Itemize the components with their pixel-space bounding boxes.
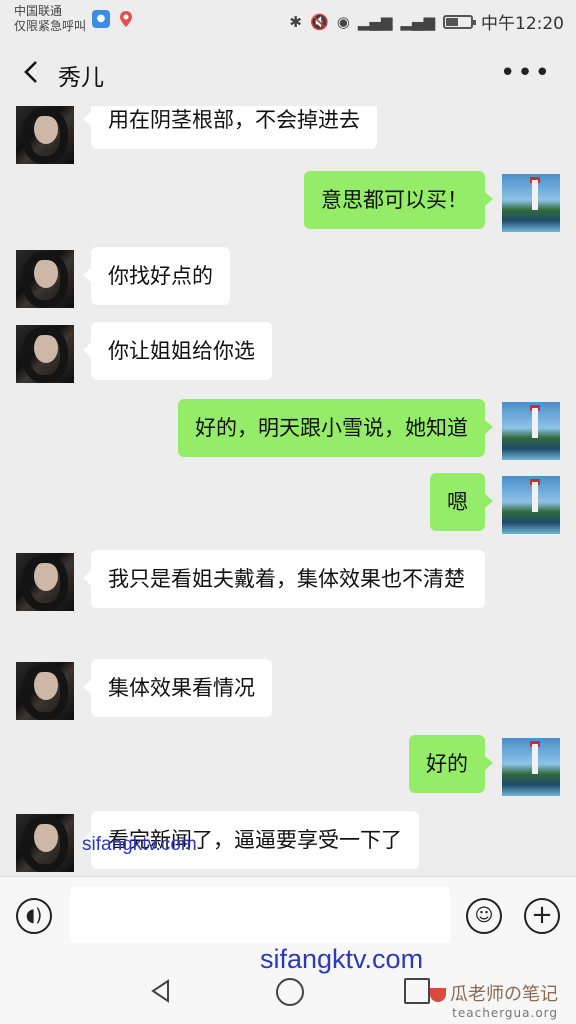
contact-avatar[interactable] [16, 814, 74, 872]
contact-avatar[interactable] [16, 250, 74, 308]
mute-icon: 🔇 [310, 12, 329, 31]
contact-avatar[interactable] [16, 553, 74, 611]
brand-url: teachergua.org [452, 1006, 558, 1020]
self-avatar[interactable] [502, 174, 560, 232]
signal-4g-icon: ▂▄▆ [357, 12, 393, 31]
self-avatar[interactable] [502, 402, 560, 460]
status-icons: ✱ 🔇 ◉ ▂▄▆ ▂▄▆ 中午12:20 [289, 9, 564, 35]
status-bar: 中国联通 仅限紧急呼叫 ● ✱ 🔇 ◉ ▂▄▆ ▂▄▆ 中午12:20 [0, 0, 576, 40]
plus-icon[interactable]: + [524, 898, 560, 934]
emoji-icon[interactable]: ☺ [466, 898, 502, 934]
nav-recent-icon[interactable] [404, 978, 430, 1004]
sent-message[interactable]: 好的 [409, 735, 493, 793]
nav-back-icon[interactable] [148, 978, 174, 1004]
self-avatar[interactable] [502, 738, 560, 796]
carrier-name: 中国联通 [14, 4, 63, 18]
brand-name: 瓜老师の笔记 [450, 984, 558, 1005]
chat-header: 秀儿 ••• [0, 40, 576, 106]
received-message[interactable]: 你找好点的 [83, 247, 230, 305]
contact-avatar[interactable] [16, 662, 74, 720]
received-message[interactable]: 集体效果看情况 [83, 659, 272, 717]
nav-home-icon[interactable] [276, 978, 304, 1006]
chevron-left-icon[interactable] [18, 58, 46, 86]
received-message[interactable]: 你让姐姐给你选 [83, 322, 272, 380]
sent-message[interactable]: 嗯 [430, 473, 493, 531]
watermelon-icon [430, 988, 446, 1002]
received-message[interactable]: 用在阴茎根部，不会掉进去 [83, 106, 377, 149]
sent-message[interactable]: 好的，明天跟小雪说，她知道 [178, 399, 493, 457]
watermark-text: sifangktv.com [82, 834, 197, 855]
clock: 中午12:20 [481, 14, 564, 34]
notification-badge-icon: ● [92, 10, 110, 28]
more-dots-icon[interactable]: ••• [500, 60, 552, 86]
self-avatar[interactable] [502, 476, 560, 534]
signal-icon: ▂▄▆ [400, 12, 435, 31]
location-icon [120, 11, 132, 27]
bluetooth-icon: ✱ [289, 12, 302, 31]
contact-avatar[interactable] [16, 106, 74, 164]
sent-message[interactable]: 意思都可以买！ [304, 171, 493, 229]
eye-icon: ◉ [336, 12, 350, 31]
brand-watermark: 瓜老师の笔记 teachergua.org [430, 980, 558, 1020]
chat-title: 秀儿 [58, 65, 104, 91]
watermark-text-large: sifangktv.com [260, 944, 424, 974]
voice-icon[interactable]: ◖) [16, 898, 52, 934]
carrier-note: 仅限紧急呼叫 [14, 19, 87, 33]
message-input[interactable] [70, 887, 450, 943]
battery-icon [443, 14, 476, 29]
contact-avatar[interactable] [16, 325, 74, 383]
carrier-info: 中国联通 仅限紧急呼叫 [14, 4, 86, 34]
message-list[interactable]: 用在阴茎根部，不会掉进去意思都可以买！ 你找好点的你让姐姐给你选好的，明天跟小雪说… [0, 106, 576, 876]
received-message[interactable]: 我只是看姐夫戴着，集体效果也不清楚 [83, 550, 485, 608]
